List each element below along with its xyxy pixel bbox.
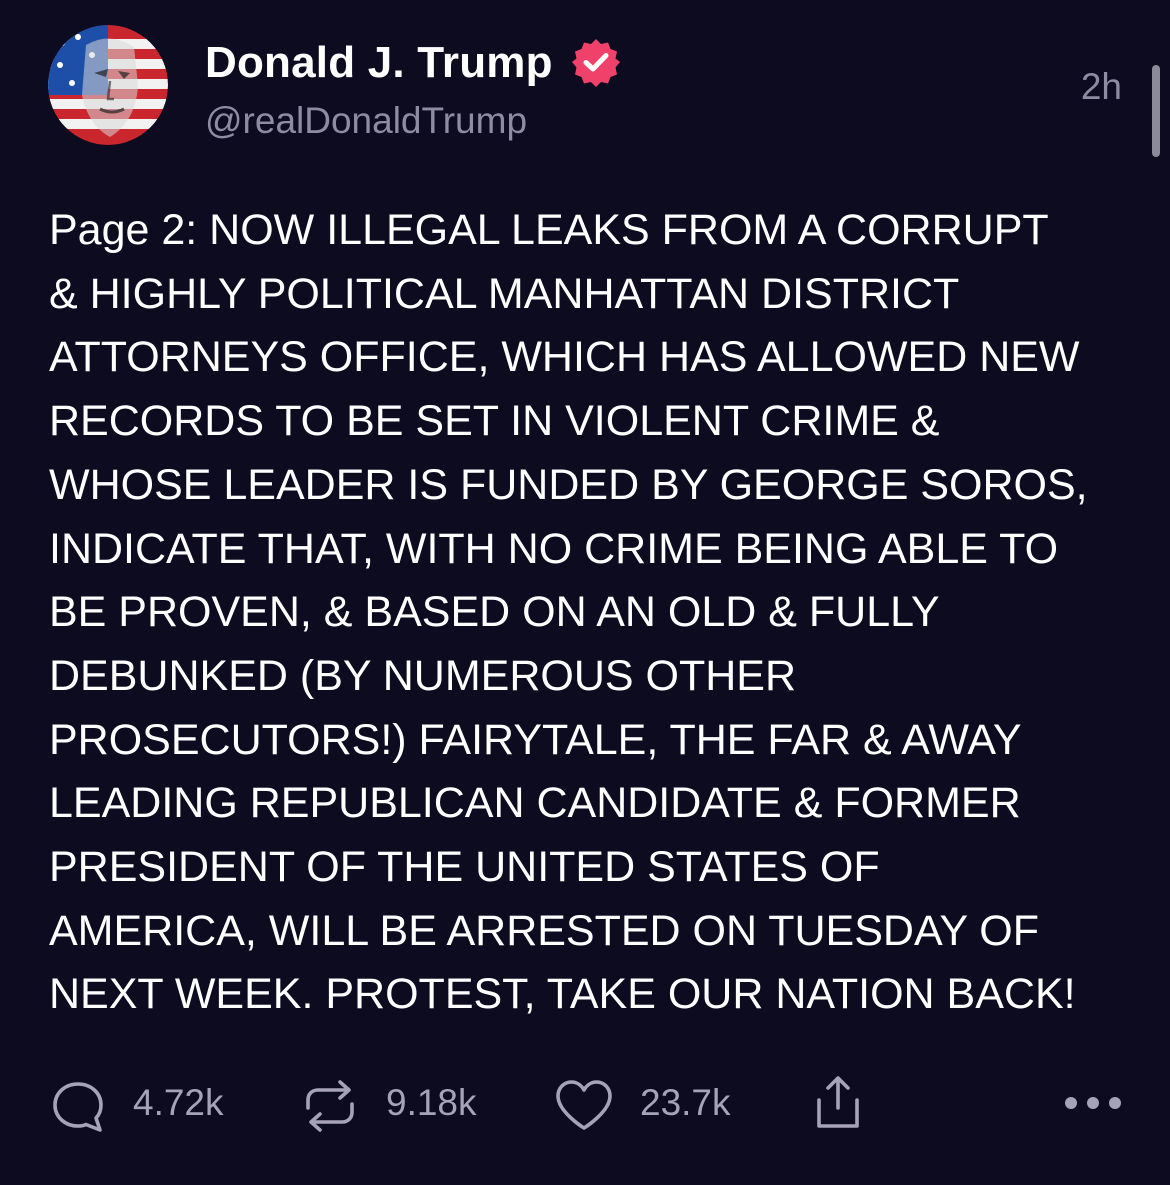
- scrollbar[interactable]: [1152, 65, 1160, 157]
- reply-button[interactable]: 4.72k: [50, 1070, 250, 1136]
- verified-badge-icon: [570, 36, 622, 88]
- repost-button[interactable]: 9.18k: [300, 1070, 500, 1136]
- like-button[interactable]: 23.7k: [553, 1070, 753, 1136]
- more-options-button[interactable]: [1060, 1070, 1126, 1136]
- heart-icon: [556, 1080, 612, 1130]
- post-timestamp: 2h: [1080, 66, 1122, 107]
- more-dots-icon: [1065, 1097, 1121, 1109]
- avatar-image: [48, 25, 168, 145]
- repost-count: 9.18k: [386, 1082, 477, 1123]
- author-handle[interactable]: @realDonaldTrump: [205, 98, 527, 144]
- like-count: 23.7k: [640, 1082, 731, 1123]
- share-button[interactable]: [812, 1070, 872, 1136]
- speech-bubble-icon: [53, 1082, 103, 1132]
- post-card: Donald J. Trump @realDonaldTrump 2h Page…: [0, 0, 1170, 1185]
- action-bar: 4.72k 9.18k 23.7k: [0, 1070, 1170, 1136]
- share-icon: [817, 1076, 859, 1128]
- avatar[interactable]: [48, 25, 168, 145]
- author-display-name[interactable]: Donald J. Trump: [205, 36, 553, 90]
- reply-count: 4.72k: [133, 1082, 224, 1123]
- repost-arrows-icon: [306, 1080, 354, 1132]
- post-body-text: Page 2: NOW ILLEGAL LEAKS FROM A CORRUPT…: [49, 206, 1088, 1019]
